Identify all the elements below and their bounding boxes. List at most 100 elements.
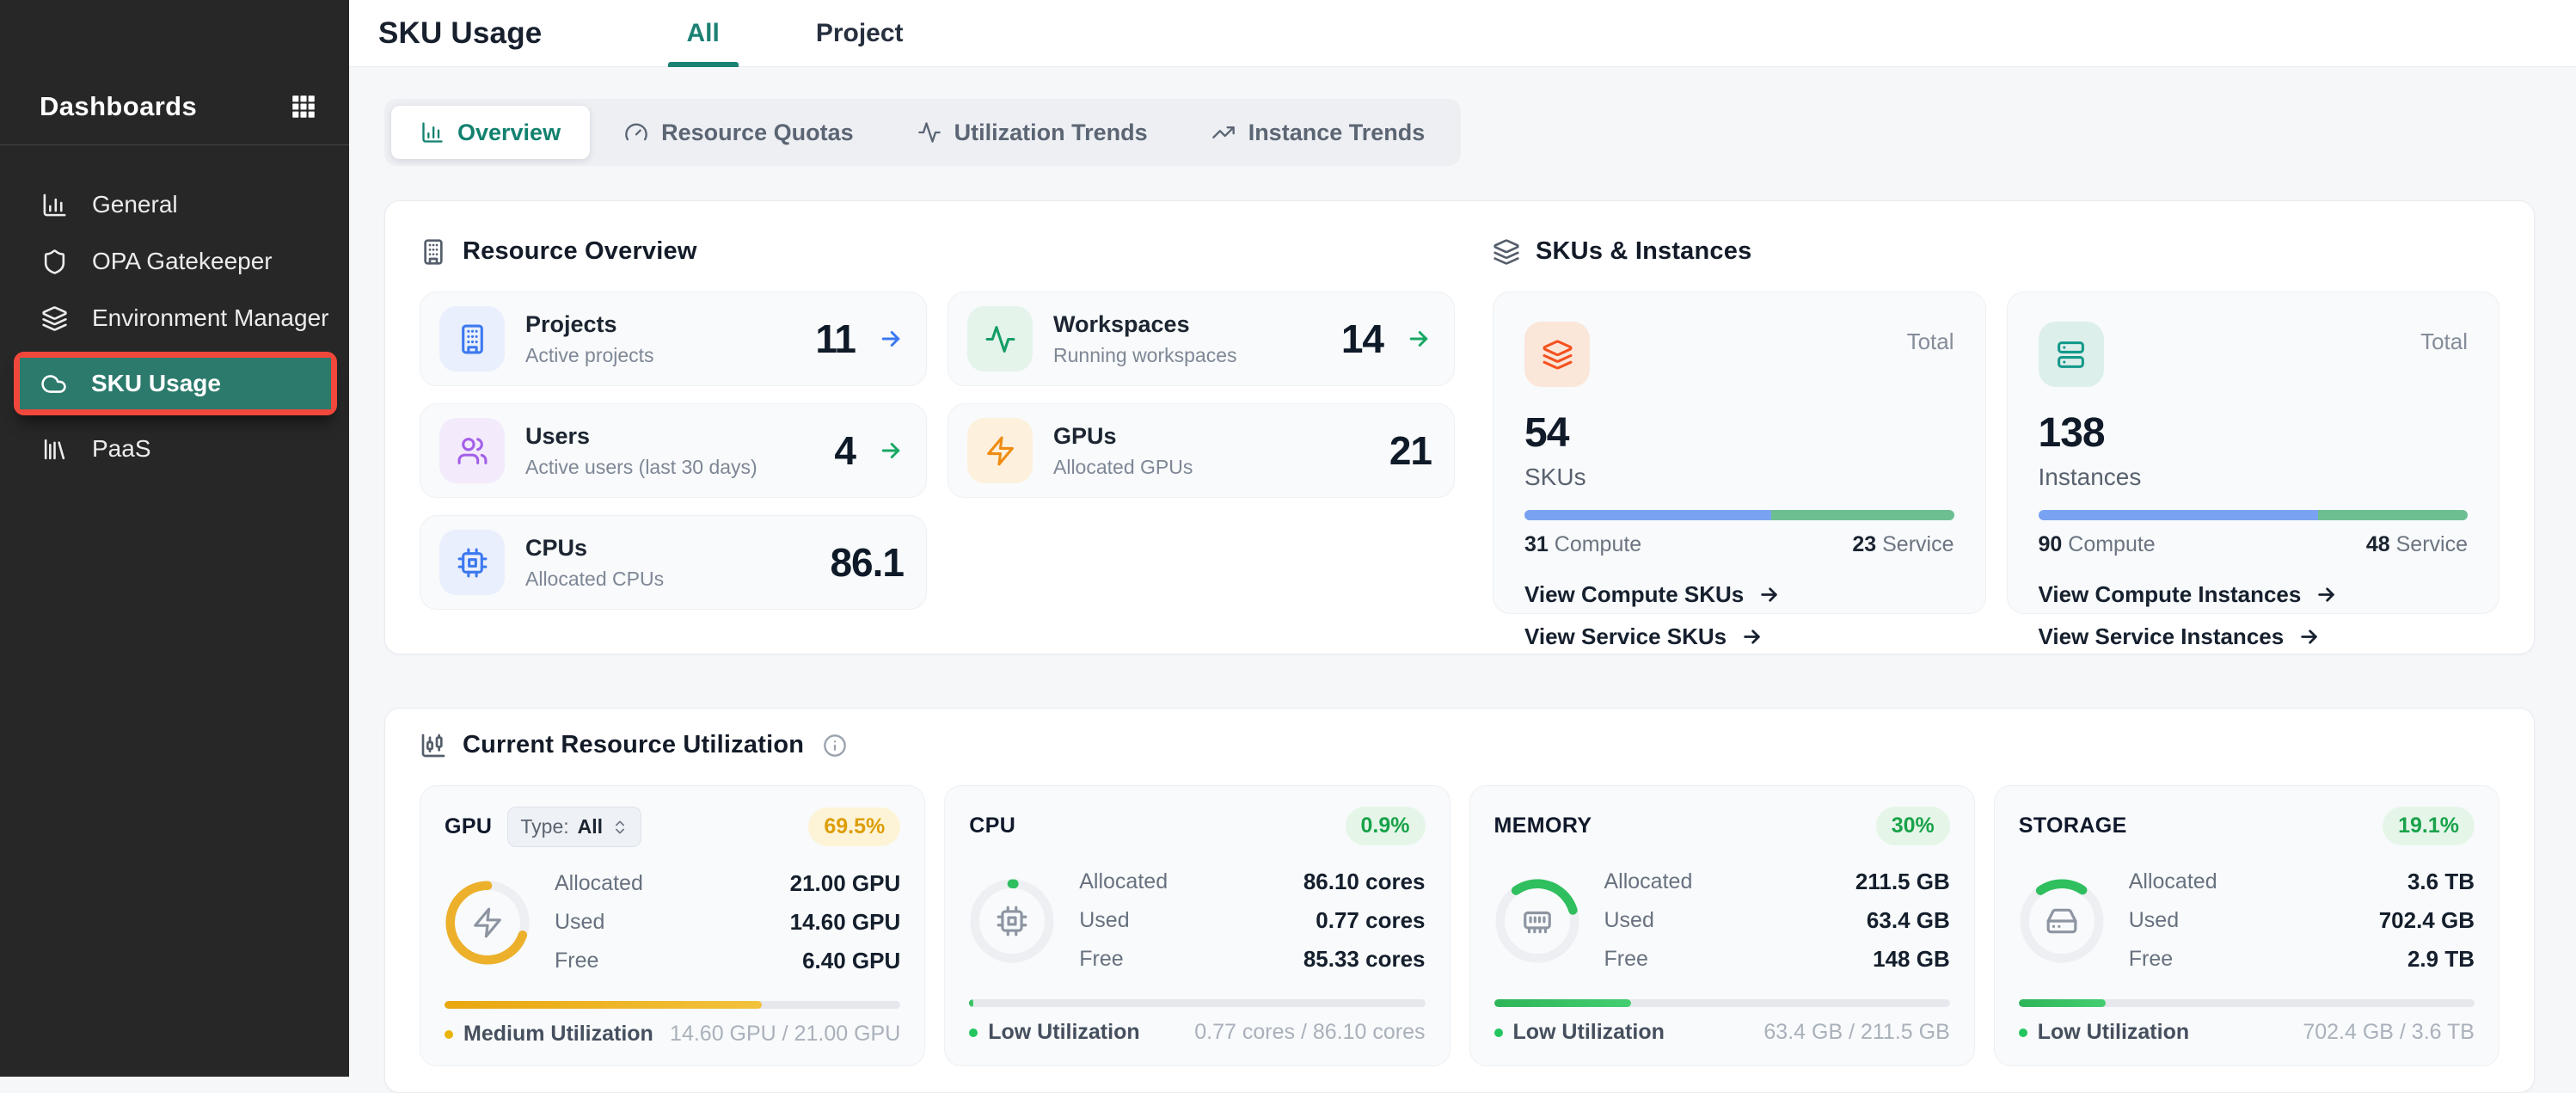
stat-row: Used14.60 GPU xyxy=(555,903,900,942)
page-content: Overview Resource Quotas Utilization Tre… xyxy=(349,67,2576,1093)
zap-icon xyxy=(984,435,1016,467)
tile-gpus[interactable]: GPUs Allocated GPUs 21 xyxy=(948,403,1455,498)
skus-card: Total 54 SKUs 31 Compute 23 Service xyxy=(1493,292,1986,614)
gauge-icon xyxy=(624,120,648,144)
hard-drive-icon xyxy=(2045,905,2078,937)
utilization-badge: 19.1% xyxy=(2383,807,2475,845)
utilization-card: Current Resource Utilization GPU Type: A… xyxy=(384,708,2535,1093)
skus-instances-section: SKUs & Instances Total 54 SKUs xyxy=(1493,237,2499,614)
util-card-memory: MEMORY 30% Allocated211.5 GB Used63.4 GB… xyxy=(1469,785,1975,1066)
instances-total-value: 138 xyxy=(2039,409,2469,457)
sidebar: Dashboards General OPA Gatekeeper Enviro… xyxy=(0,0,349,1077)
cpu-usage-bar xyxy=(969,999,1425,1007)
util-card-cpu: CPU 0.9% Allocated86.10 cores Used0.77 c… xyxy=(944,785,1450,1066)
view-service-skus-link[interactable]: View Service SKUs xyxy=(1524,623,1954,650)
users-icon xyxy=(457,435,488,467)
storage-usage-bar xyxy=(2019,999,2475,1007)
service-count: 48 Service xyxy=(2366,532,2468,557)
instances-label: Instances xyxy=(2039,464,2469,491)
cloud-icon xyxy=(40,371,67,397)
arrow-right-icon xyxy=(1406,326,1432,352)
layers-icon xyxy=(1542,339,1573,371)
resource-overview-section: Resource Overview Projects Active projec… xyxy=(420,237,1455,614)
stat-row: Used63.4 GB xyxy=(1604,901,1950,940)
tile-users[interactable]: Users Active users (last 30 days) 4 xyxy=(420,403,927,498)
layers-icon xyxy=(41,305,68,332)
tile-projects[interactable]: Projects Active projects 11 xyxy=(420,292,927,386)
stat-row: Free148 GB xyxy=(1604,940,1950,979)
activity-icon xyxy=(984,323,1016,355)
cpu-icon xyxy=(996,905,1028,937)
service-count: 23 Service xyxy=(1852,532,1953,557)
building-icon xyxy=(457,323,488,355)
view-compute-instances-link[interactable]: View Compute Instances xyxy=(2039,581,2469,608)
subtab-resource-quotas[interactable]: Resource Quotas xyxy=(595,106,883,159)
sidebar-item-paas[interactable]: PaaS xyxy=(0,421,349,477)
instances-split-bar xyxy=(2039,510,2469,520)
sidebar-item-label: SKU Usage xyxy=(91,370,221,397)
utilization-badge: 69.5% xyxy=(808,807,900,846)
subtab-overview[interactable]: Overview xyxy=(391,106,590,159)
status-label: Low Utilization xyxy=(1513,1020,1665,1045)
usage-ratio: 0.77 cores / 86.10 cores xyxy=(1194,1020,1425,1045)
sidebar-item-environment-manager[interactable]: Environment Manager xyxy=(0,290,349,347)
section-title: Current Resource Utilization xyxy=(463,731,804,759)
status-label: Medium Utilization xyxy=(463,1022,653,1047)
memory-stick-icon xyxy=(1521,905,1554,937)
shield-icon xyxy=(41,249,68,275)
layers-icon xyxy=(1493,238,1520,266)
total-label: Total xyxy=(2420,329,2468,355)
tab-all[interactable]: All xyxy=(679,0,726,66)
library-icon xyxy=(41,436,68,463)
apps-grid-button[interactable] xyxy=(289,92,318,121)
tile-cpus[interactable]: CPUs Allocated CPUs 86.1 xyxy=(420,515,927,610)
page-title: SKU Usage xyxy=(378,16,542,51)
storage-gauge xyxy=(2019,878,2105,964)
subtab-instance-trends[interactable]: Instance Trends xyxy=(1182,106,1455,159)
arrow-right-icon xyxy=(878,438,904,464)
status-dot xyxy=(969,1029,978,1037)
arrow-right-icon xyxy=(1757,583,1781,606)
skus-total-value: 54 xyxy=(1524,409,1954,457)
status-label: Low Utilization xyxy=(2038,1020,2189,1045)
arrow-right-icon xyxy=(878,326,904,352)
bar-chart-icon xyxy=(41,192,68,218)
stat-row: Free85.33 cores xyxy=(1079,940,1425,979)
util-card-storage: STORAGE 19.1% Allocated3.6 TB Used702.4 … xyxy=(1994,785,2499,1066)
overview-card: Resource Overview Projects Active projec… xyxy=(384,200,2535,654)
stat-row: Allocated86.10 cores xyxy=(1079,863,1425,901)
utilization-grid: GPU Type: All 69.5% xyxy=(420,785,2499,1066)
view-switcher: Overview Resource Quotas Utilization Tre… xyxy=(384,99,1461,166)
view-compute-skus-link[interactable]: View Compute SKUs xyxy=(1524,581,1954,608)
gpu-gauge xyxy=(445,880,531,966)
sidebar-item-sku-usage[interactable]: SKU Usage xyxy=(20,358,331,409)
cpu-icon xyxy=(457,547,488,579)
stat-row: Allocated211.5 GB xyxy=(1604,863,1950,901)
memory-usage-bar xyxy=(1494,999,1950,1007)
stat-row: Allocated21.00 GPU xyxy=(555,864,900,903)
info-icon[interactable] xyxy=(823,734,847,758)
view-service-instances-link[interactable]: View Service Instances xyxy=(2039,623,2469,650)
candlestick-chart-icon xyxy=(420,732,447,759)
subtab-utilization-trends[interactable]: Utilization Trends xyxy=(888,106,1177,159)
gpu-usage-bar xyxy=(445,1001,900,1009)
memory-gauge xyxy=(1494,878,1580,964)
active-item-highlight-box: SKU Usage xyxy=(14,352,337,415)
compute-count: 90 Compute xyxy=(2039,532,2156,557)
status-label: Low Utilization xyxy=(988,1020,1139,1045)
sidebar-item-label: PaaS xyxy=(92,435,151,463)
utilization-badge: 0.9% xyxy=(1346,807,1426,845)
sidebar-item-opa-gatekeeper[interactable]: OPA Gatekeeper xyxy=(0,233,349,290)
gpu-type-select[interactable]: Type: All xyxy=(507,807,641,847)
status-dot xyxy=(2019,1029,2027,1037)
resource-tiles: Projects Active projects 11 Workspaces R… xyxy=(420,292,1455,610)
usage-ratio: 63.4 GB / 211.5 GB xyxy=(1763,1020,1949,1045)
chevrons-up-down-icon xyxy=(611,819,629,836)
bar-chart-icon xyxy=(420,120,445,144)
tile-workspaces[interactable]: Workspaces Running workspaces 14 xyxy=(948,292,1455,386)
sidebar-item-general[interactable]: General xyxy=(0,176,349,233)
building-icon xyxy=(420,238,447,266)
zap-icon xyxy=(471,906,504,939)
tab-project[interactable]: Project xyxy=(809,0,911,66)
cpu-gauge xyxy=(969,878,1055,964)
